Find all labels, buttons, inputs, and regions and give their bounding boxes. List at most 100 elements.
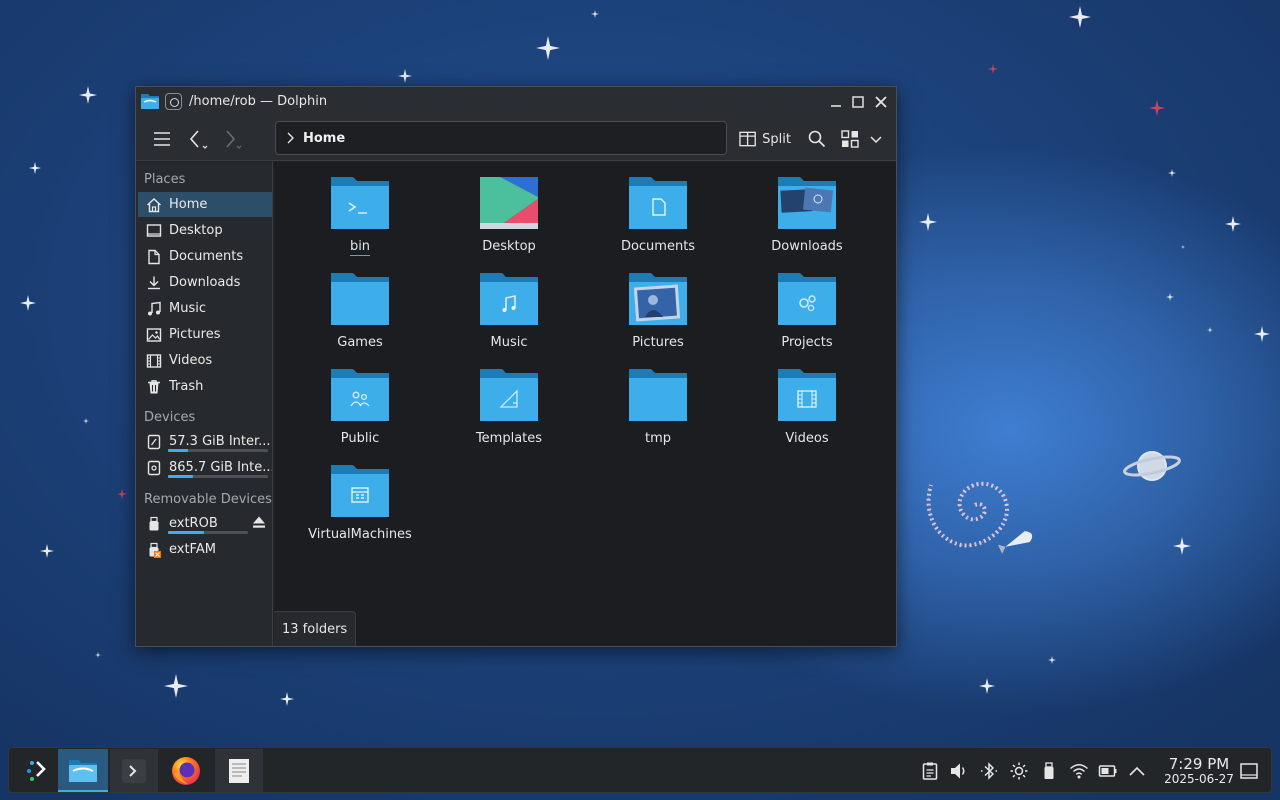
- star-shape: [79, 86, 97, 104]
- sidebar-item-desktop[interactable]: Desktop: [138, 218, 272, 243]
- forward-button[interactable]: [220, 127, 246, 151]
- view-mode-button[interactable]: [839, 127, 861, 151]
- folder-icon: [331, 369, 389, 421]
- folder-item-virtualmachines[interactable]: VirtualMachines: [290, 450, 430, 542]
- breadcrumb-home[interactable]: Home: [303, 131, 345, 146]
- title-bar[interactable]: /home/rob — Dolphin: [136, 87, 896, 117]
- folder-item-documents[interactable]: Documents: [588, 162, 728, 254]
- sidebar-item-music[interactable]: Music: [138, 296, 272, 321]
- split-view-button[interactable]: Split: [739, 127, 791, 151]
- file-view[interactable]: VirtualMachines Videos tmp Templates Public P…: [274, 162, 896, 646]
- folder-item-music[interactable]: Music: [439, 258, 579, 350]
- star-shape: [1149, 100, 1165, 116]
- folder-icon: [480, 177, 538, 229]
- wifi-icon[interactable]: [1069, 761, 1089, 781]
- dolphin-window[interactable]: /home/rob — Dolphin Home Split Places Ho…: [135, 86, 897, 647]
- star-shape: [1254, 326, 1270, 342]
- folder-name-text: Documents: [620, 239, 696, 254]
- star-shape: [40, 544, 54, 558]
- brightness-icon[interactable]: [1009, 761, 1029, 781]
- maximize-button[interactable]: [848, 92, 868, 112]
- drive-usage-fill: [168, 531, 204, 534]
- task-terminal[interactable]: [110, 749, 158, 792]
- search-button[interactable]: [805, 127, 829, 151]
- task-text-editor[interactable]: [215, 749, 263, 792]
- dolphin-icon: [69, 759, 97, 782]
- clock-time[interactable]: 7:29 PM: [1159, 755, 1239, 773]
- star-shape: [398, 69, 412, 83]
- folder-item-desktop[interactable]: Desktop: [439, 162, 579, 254]
- planet: [1123, 451, 1181, 481]
- folder-name: VirtualMachines: [290, 527, 430, 542]
- terminal-icon: [122, 758, 146, 783]
- chevron-up-icon[interactable]: [1127, 761, 1147, 781]
- drive-usage-bar: [168, 475, 268, 478]
- folder-item-pictures[interactable]: Pictures: [588, 258, 728, 350]
- battery-icon[interactable]: [1098, 761, 1118, 781]
- back-button[interactable]: [186, 127, 212, 151]
- task-firefox[interactable]: [162, 749, 210, 792]
- folder-item-bin[interactable]: bin: [290, 162, 430, 256]
- sidebar-item-home[interactable]: Home: [138, 192, 272, 217]
- star-shape: [95, 652, 101, 658]
- usb-icon[interactable]: [1039, 761, 1059, 781]
- view-mode-dropdown[interactable]: [867, 127, 885, 151]
- folder-name-text: Games: [337, 335, 383, 350]
- bluetooth-icon[interactable]: [979, 761, 999, 781]
- places-panel: Places Home Desktop Documents Downloads …: [136, 162, 273, 646]
- folder-item-downloads[interactable]: Downloads: [737, 162, 877, 254]
- status-summary: 13 folders: [282, 621, 348, 637]
- folder-item-videos[interactable]: Videos: [737, 354, 877, 446]
- star-shape: [1207, 327, 1213, 333]
- sidebar-item-trash[interactable]: Trash: [138, 374, 272, 399]
- sidebar-item-videos[interactable]: Videos: [138, 348, 272, 373]
- clock-date[interactable]: 2025-06-27: [1155, 772, 1243, 786]
- places-section-title: Places: [144, 172, 186, 187]
- task-dolphin[interactable]: [58, 749, 108, 792]
- hamburger-menu-button[interactable]: [150, 127, 174, 151]
- sidebar-item-documents[interactable]: Documents: [138, 244, 272, 269]
- videos-icon: [146, 353, 162, 368]
- folder-name-text: Pictures: [632, 335, 684, 350]
- minimize-button[interactable]: [826, 92, 846, 112]
- window-menu-icon[interactable]: [165, 93, 182, 110]
- usb-drive-icon: [149, 516, 159, 530]
- star-shape: [164, 674, 188, 698]
- devices-section-title: Devices: [144, 410, 196, 425]
- star-shape: [591, 10, 599, 18]
- volume-icon[interactable]: [949, 761, 969, 781]
- sidebar-item-downloads[interactable]: Downloads: [138, 270, 272, 295]
- close-button[interactable]: [871, 92, 891, 112]
- folder-name: tmp: [588, 431, 728, 446]
- sidebar-item-label: Videos: [169, 353, 213, 368]
- show-desktop-icon[interactable]: [1239, 761, 1259, 781]
- usb-drive-error-icon: [149, 542, 161, 558]
- app-launcher-button[interactable]: [13, 749, 61, 792]
- pictures-icon: [146, 327, 162, 342]
- sidebar-item-pictures[interactable]: Pictures: [138, 322, 272, 347]
- sidebar-item-label: Home: [169, 197, 208, 212]
- main-toolbar: Home Split: [136, 117, 896, 161]
- folder-icon: [629, 273, 687, 325]
- eject-icon[interactable]: [252, 515, 266, 529]
- sidebar-item-extfam[interactable]: extFAM: [138, 537, 272, 562]
- folder-name-text: Templates: [475, 431, 543, 446]
- folder-item-games[interactable]: Games: [290, 258, 430, 350]
- folder-item-projects[interactable]: Projects: [737, 258, 877, 350]
- window-title: /home/rob — Dolphin: [189, 94, 328, 109]
- star-shape: [1069, 6, 1091, 28]
- star-shape: [536, 36, 560, 60]
- location-breadcrumb[interactable]: Home: [275, 121, 727, 155]
- folder-item-tmp[interactable]: tmp: [588, 354, 728, 446]
- folder-item-public[interactable]: Public: [290, 354, 430, 446]
- folder-icon: [629, 369, 687, 421]
- forward-arrow-icon: [226, 130, 242, 149]
- folder-name-text: tmp: [644, 431, 671, 446]
- folder-item-templates[interactable]: Templates: [439, 354, 579, 446]
- desktop-icon: [146, 223, 162, 237]
- clipboard-icon[interactable]: [920, 761, 940, 781]
- star-shape: [1166, 293, 1174, 301]
- folder-name-text: bin: [349, 239, 371, 256]
- folder-name: Desktop: [439, 239, 579, 254]
- folder-name: Downloads: [737, 239, 877, 254]
